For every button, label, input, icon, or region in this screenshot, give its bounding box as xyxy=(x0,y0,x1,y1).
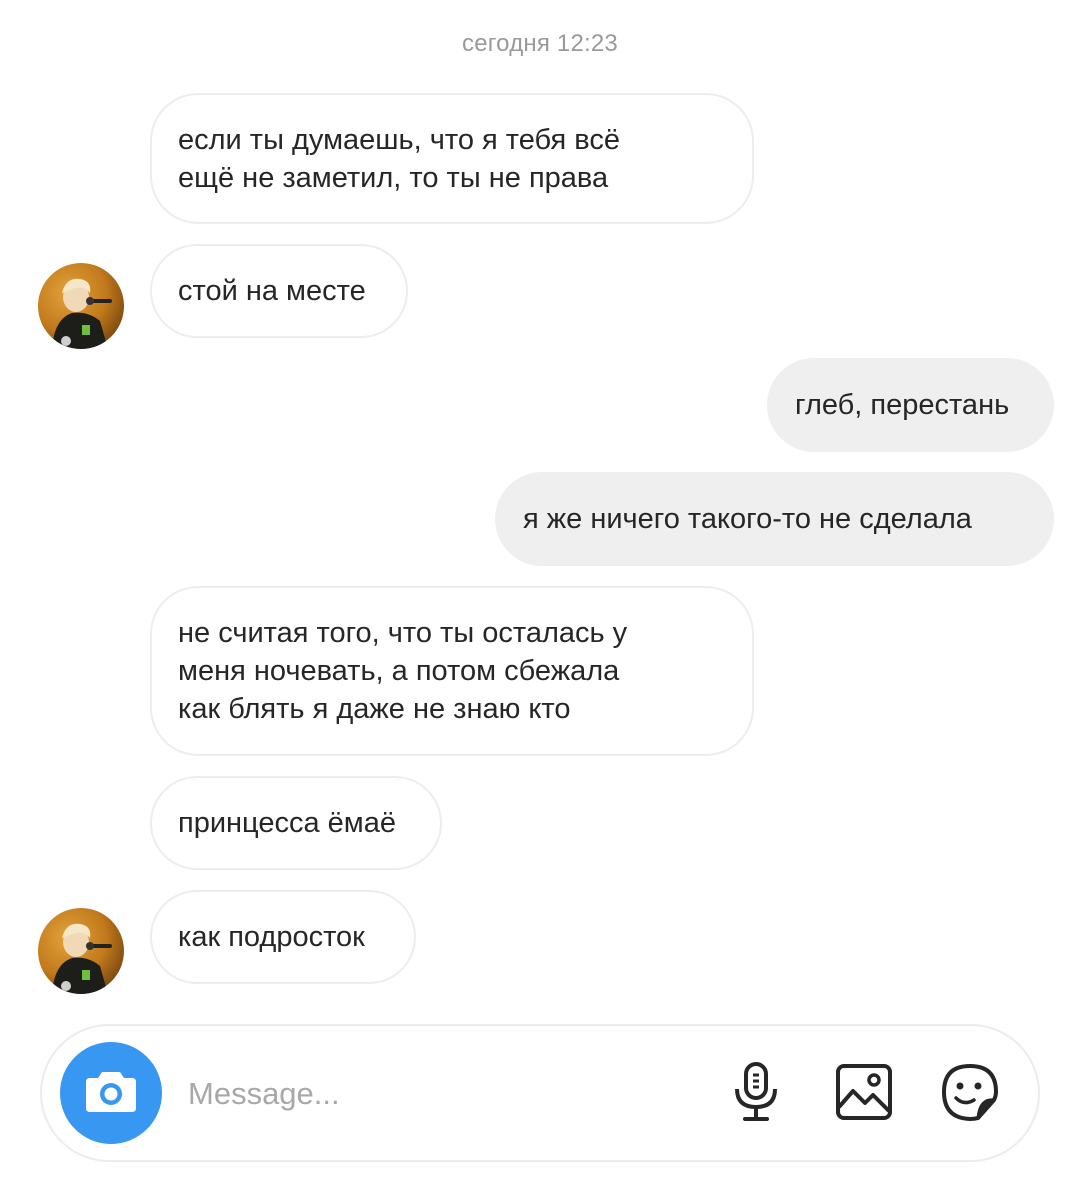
message-line: стой на месте xyxy=(178,275,366,307)
incoming-message[interactable]: принцесса ёмаё xyxy=(150,776,442,870)
outgoing-message[interactable]: глеб, перестань xyxy=(767,358,1054,452)
incoming-message[interactable]: как подросток xyxy=(150,890,416,984)
message-line: если ты думаешь, что я тебя всё xyxy=(178,123,620,156)
message-line: глеб, перестань xyxy=(795,389,1010,421)
message-line: как подросток xyxy=(178,921,365,953)
message-line: ещё не заметил, то ты не права xyxy=(178,161,609,194)
message-line: принцесса ёмаё xyxy=(178,807,396,839)
voice-message-button[interactable] xyxy=(724,1060,788,1128)
sticker-icon xyxy=(940,1062,1000,1127)
contact-avatar[interactable] xyxy=(38,908,124,994)
message-line: как блять я даже не знаю кто xyxy=(178,693,571,725)
sticker-button[interactable] xyxy=(938,1060,1002,1128)
gallery-icon xyxy=(835,1063,893,1126)
microphone-icon xyxy=(731,1061,781,1128)
camera-icon xyxy=(84,1068,138,1119)
incoming-message[interactable]: стой на месте xyxy=(150,244,408,338)
contact-avatar[interactable] xyxy=(38,263,124,349)
thread-timestamp: сегодня 12:23 xyxy=(462,30,618,57)
message-composer xyxy=(40,1024,1040,1162)
gallery-button[interactable] xyxy=(832,1060,896,1128)
camera-button[interactable] xyxy=(60,1042,162,1144)
message-line: не считая того, что ты осталась у xyxy=(178,617,628,649)
incoming-message[interactable]: не считая того, что ты осталась у меня н… xyxy=(150,586,754,756)
incoming-message[interactable]: если ты думаешь, что я тебя всё ещё не з… xyxy=(150,93,754,224)
message-line: я же ничего такого-то не сделала xyxy=(523,503,972,535)
message-input[interactable] xyxy=(188,1066,708,1122)
outgoing-message[interactable]: я же ничего такого-то не сделала xyxy=(495,472,1054,566)
message-line: меня ночевать, а потом сбежала xyxy=(178,655,620,687)
